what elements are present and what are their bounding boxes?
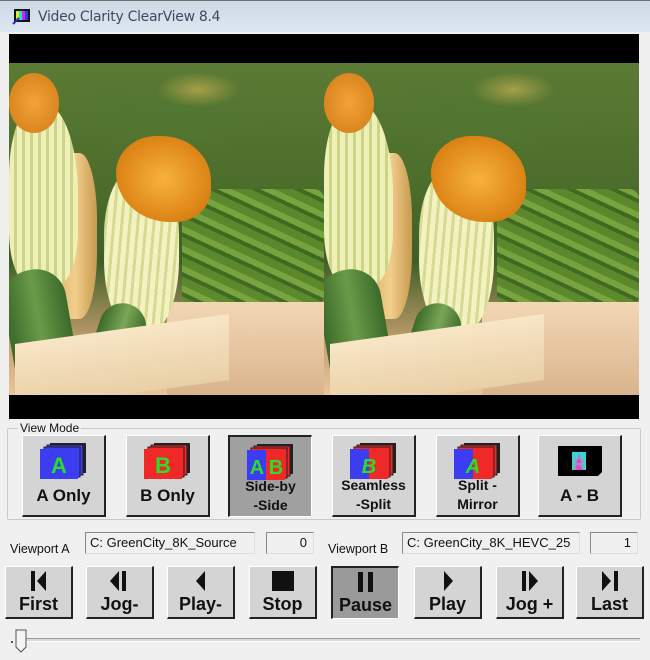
last-button[interactable]: Last <box>576 566 644 619</box>
timeline-tick <box>11 641 13 643</box>
split-mirror-label-line2: Mirror <box>457 496 498 512</box>
title-bar: Video Clarity ClearView 8.4 <box>0 0 650 32</box>
video-display <box>9 34 639 419</box>
svg-text:B: B <box>361 456 375 478</box>
svg-text:A: A <box>249 457 263 479</box>
play-reverse-icon <box>195 571 205 591</box>
difference-icon: R <box>557 446 602 476</box>
timeline-track[interactable] <box>20 638 640 642</box>
side-by-side-label-line1: Side-by <box>245 478 296 494</box>
pause-button[interactable]: Pause <box>331 566 399 619</box>
pause-icon <box>357 572 373 592</box>
viewport-b-source-field[interactable]: C: GreenCity_8K_HEVC_25 <box>402 532 580 554</box>
a-stack-icon: A <box>39 443 86 479</box>
seamless-split-icon: B <box>349 443 396 479</box>
a-only-label: A Only <box>36 486 91 505</box>
svg-text:B: B <box>155 453 171 478</box>
last-label: Last <box>590 594 628 614</box>
timeline-slider-thumb[interactable] <box>15 629 27 653</box>
play-label: Play <box>428 594 467 614</box>
split-mirror-label-line1: Split - <box>458 477 497 493</box>
window-title: Video Clarity ClearView 8.4 <box>38 9 221 25</box>
b-stack-icon: B <box>143 443 190 479</box>
svg-text:B: B <box>268 457 282 479</box>
a-only-button[interactable]: A A Only <box>22 435 106 517</box>
side-by-side-button[interactable]: A B Side-by -Side <box>228 435 312 517</box>
jog-forward-icon <box>521 571 538 591</box>
split-mirror-button[interactable]: A Split - Mirror <box>436 435 520 517</box>
stop-label: Stop <box>262 594 303 614</box>
split-mirror-icon: A <box>453 443 500 479</box>
stop-button[interactable]: Stop <box>249 566 317 619</box>
skip-to-last-icon <box>601 571 618 591</box>
seamless-split-button[interactable]: B Seamless -Split <box>332 435 416 517</box>
a-minus-b-label: A - B <box>559 486 600 505</box>
svg-text:R: R <box>572 454 585 474</box>
b-only-label: B Only <box>140 486 195 505</box>
stop-icon <box>271 571 294 591</box>
play-button[interactable]: Play <box>414 566 482 619</box>
jog-back-icon <box>109 571 126 591</box>
pause-label: Pause <box>338 595 393 615</box>
jog-back-label: Jog- <box>100 594 139 614</box>
side-by-side-label: Side-by -Side <box>230 477 311 515</box>
viewport-a-label: Viewport A <box>10 542 70 556</box>
viewport-a-frame-field[interactable]: 0 <box>266 532 314 554</box>
split-mirror-label: Split - Mirror <box>437 476 518 514</box>
ab-stack-icon: A B <box>246 444 293 480</box>
first-label: First <box>18 594 58 614</box>
view-mode-label: View Mode <box>18 421 82 435</box>
svg-text:A: A <box>51 453 67 478</box>
skip-to-first-icon <box>30 571 46 591</box>
play-reverse-label: Play- <box>178 594 223 614</box>
b-only-button[interactable]: B B Only <box>126 435 210 517</box>
viewport-b-frame-field[interactable]: 1 <box>590 532 638 554</box>
viewport-b-frame <box>324 63 639 395</box>
viewport-b-label: Viewport B <box>328 542 389 556</box>
play-reverse-button[interactable]: Play- <box>167 566 235 619</box>
viewport-a-frame <box>9 63 324 395</box>
first-button[interactable]: First <box>5 566 73 619</box>
svg-text:A: A <box>464 456 479 478</box>
clearview-app-icon <box>12 9 30 25</box>
seamless-split-label-line2: -Split <box>356 496 391 512</box>
seamless-split-label: Seamless -Split <box>333 476 414 514</box>
jog-forward-button[interactable]: Jog + <box>496 566 564 619</box>
jog-forward-label: Jog + <box>505 594 554 614</box>
side-by-side-label-line2: -Side <box>253 497 288 513</box>
seamless-split-label-line1: Seamless <box>341 477 406 493</box>
play-icon <box>443 571 453 591</box>
jog-back-button[interactable]: Jog- <box>86 566 154 619</box>
a-minus-b-button[interactable]: R A - B <box>538 435 622 517</box>
viewport-a-source-field[interactable]: C: GreenCity_8K_Source <box>85 532 255 554</box>
